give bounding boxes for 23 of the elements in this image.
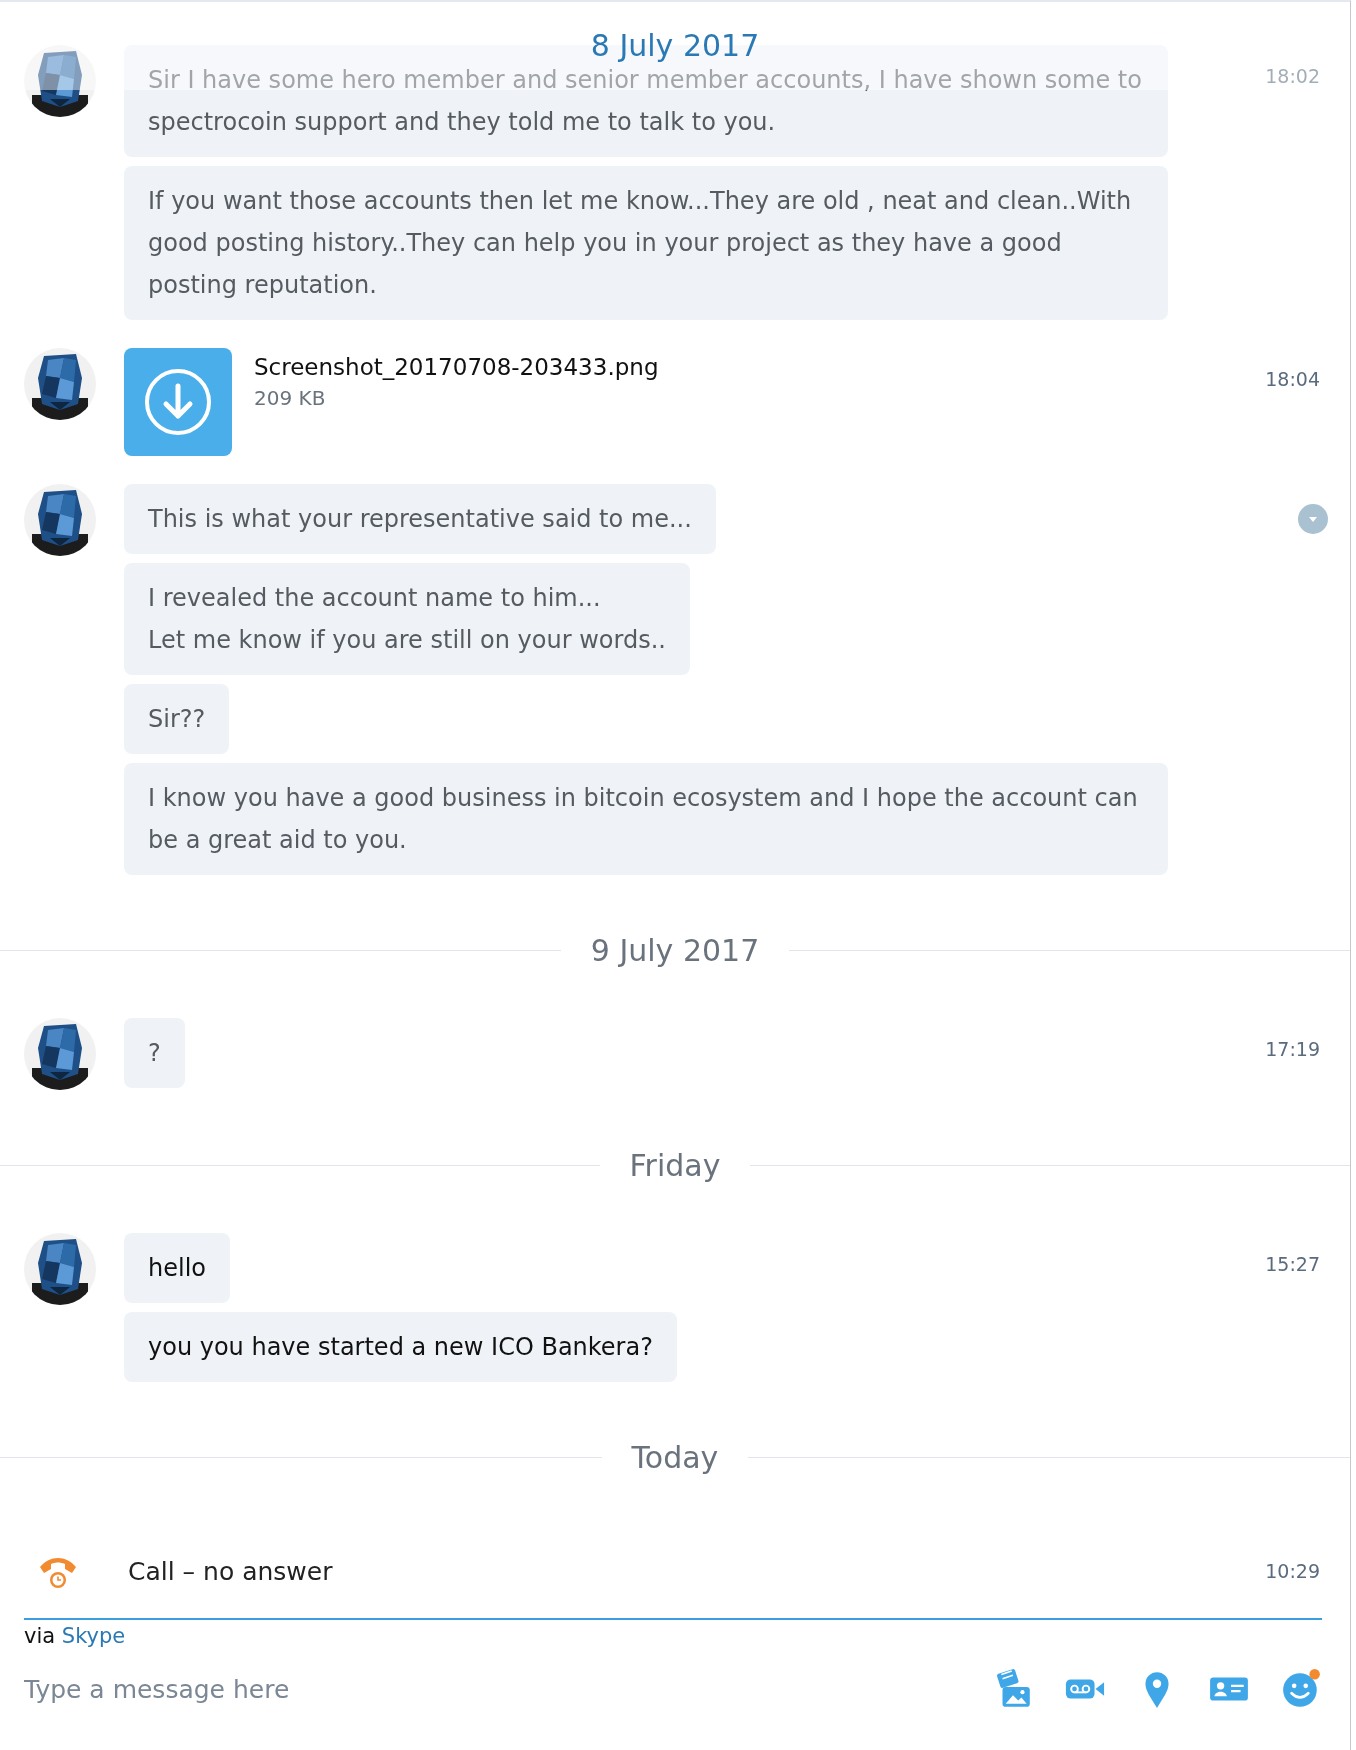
sticky-date: 8 July 2017 [590, 28, 760, 64]
message-bubble: I revealed the account name to him... Let me know if you are still on your words.. [124, 563, 690, 675]
skype-link[interactable]: Skype [61, 1624, 126, 1648]
message-input[interactable]: Type a message here [24, 1668, 992, 1710]
message-bubble: ? [124, 1018, 185, 1088]
via-label: via [24, 1624, 56, 1648]
message-time: 18:04 [1265, 368, 1320, 390]
message-time: 18:02 [1265, 65, 1320, 87]
message-time: 17:19 [1265, 1038, 1320, 1060]
file-size: 209 KB [254, 386, 327, 410]
message-bubble: Sir?? [124, 684, 230, 754]
call-status: Call – no answer [128, 1556, 334, 1586]
download-icon[interactable] [124, 348, 232, 456]
chevron-down-icon[interactable] [1298, 504, 1328, 534]
call-time: 10:29 [1265, 1560, 1320, 1582]
message-bubble: I know you have a good business in bitcoin ecosystem and I hope the account can be a great aid to you. [124, 763, 1168, 875]
message-time: 15:27 [1265, 1253, 1320, 1275]
emoji-icon[interactable] [1280, 1668, 1322, 1710]
message-bubble: This is what your representative said to me... [124, 484, 716, 554]
message-bubble: hello [124, 1233, 230, 1303]
message-bubble: you you have started a new ICO Bankera? [124, 1312, 677, 1382]
message-bubble: If you want those accounts then let me know...They are old , neat and clean..With good posting history..They can help you in your project as they have a good posting reputation. [124, 166, 1168, 320]
file-name[interactable]: Screenshot_20170708-203433.png [254, 354, 659, 380]
